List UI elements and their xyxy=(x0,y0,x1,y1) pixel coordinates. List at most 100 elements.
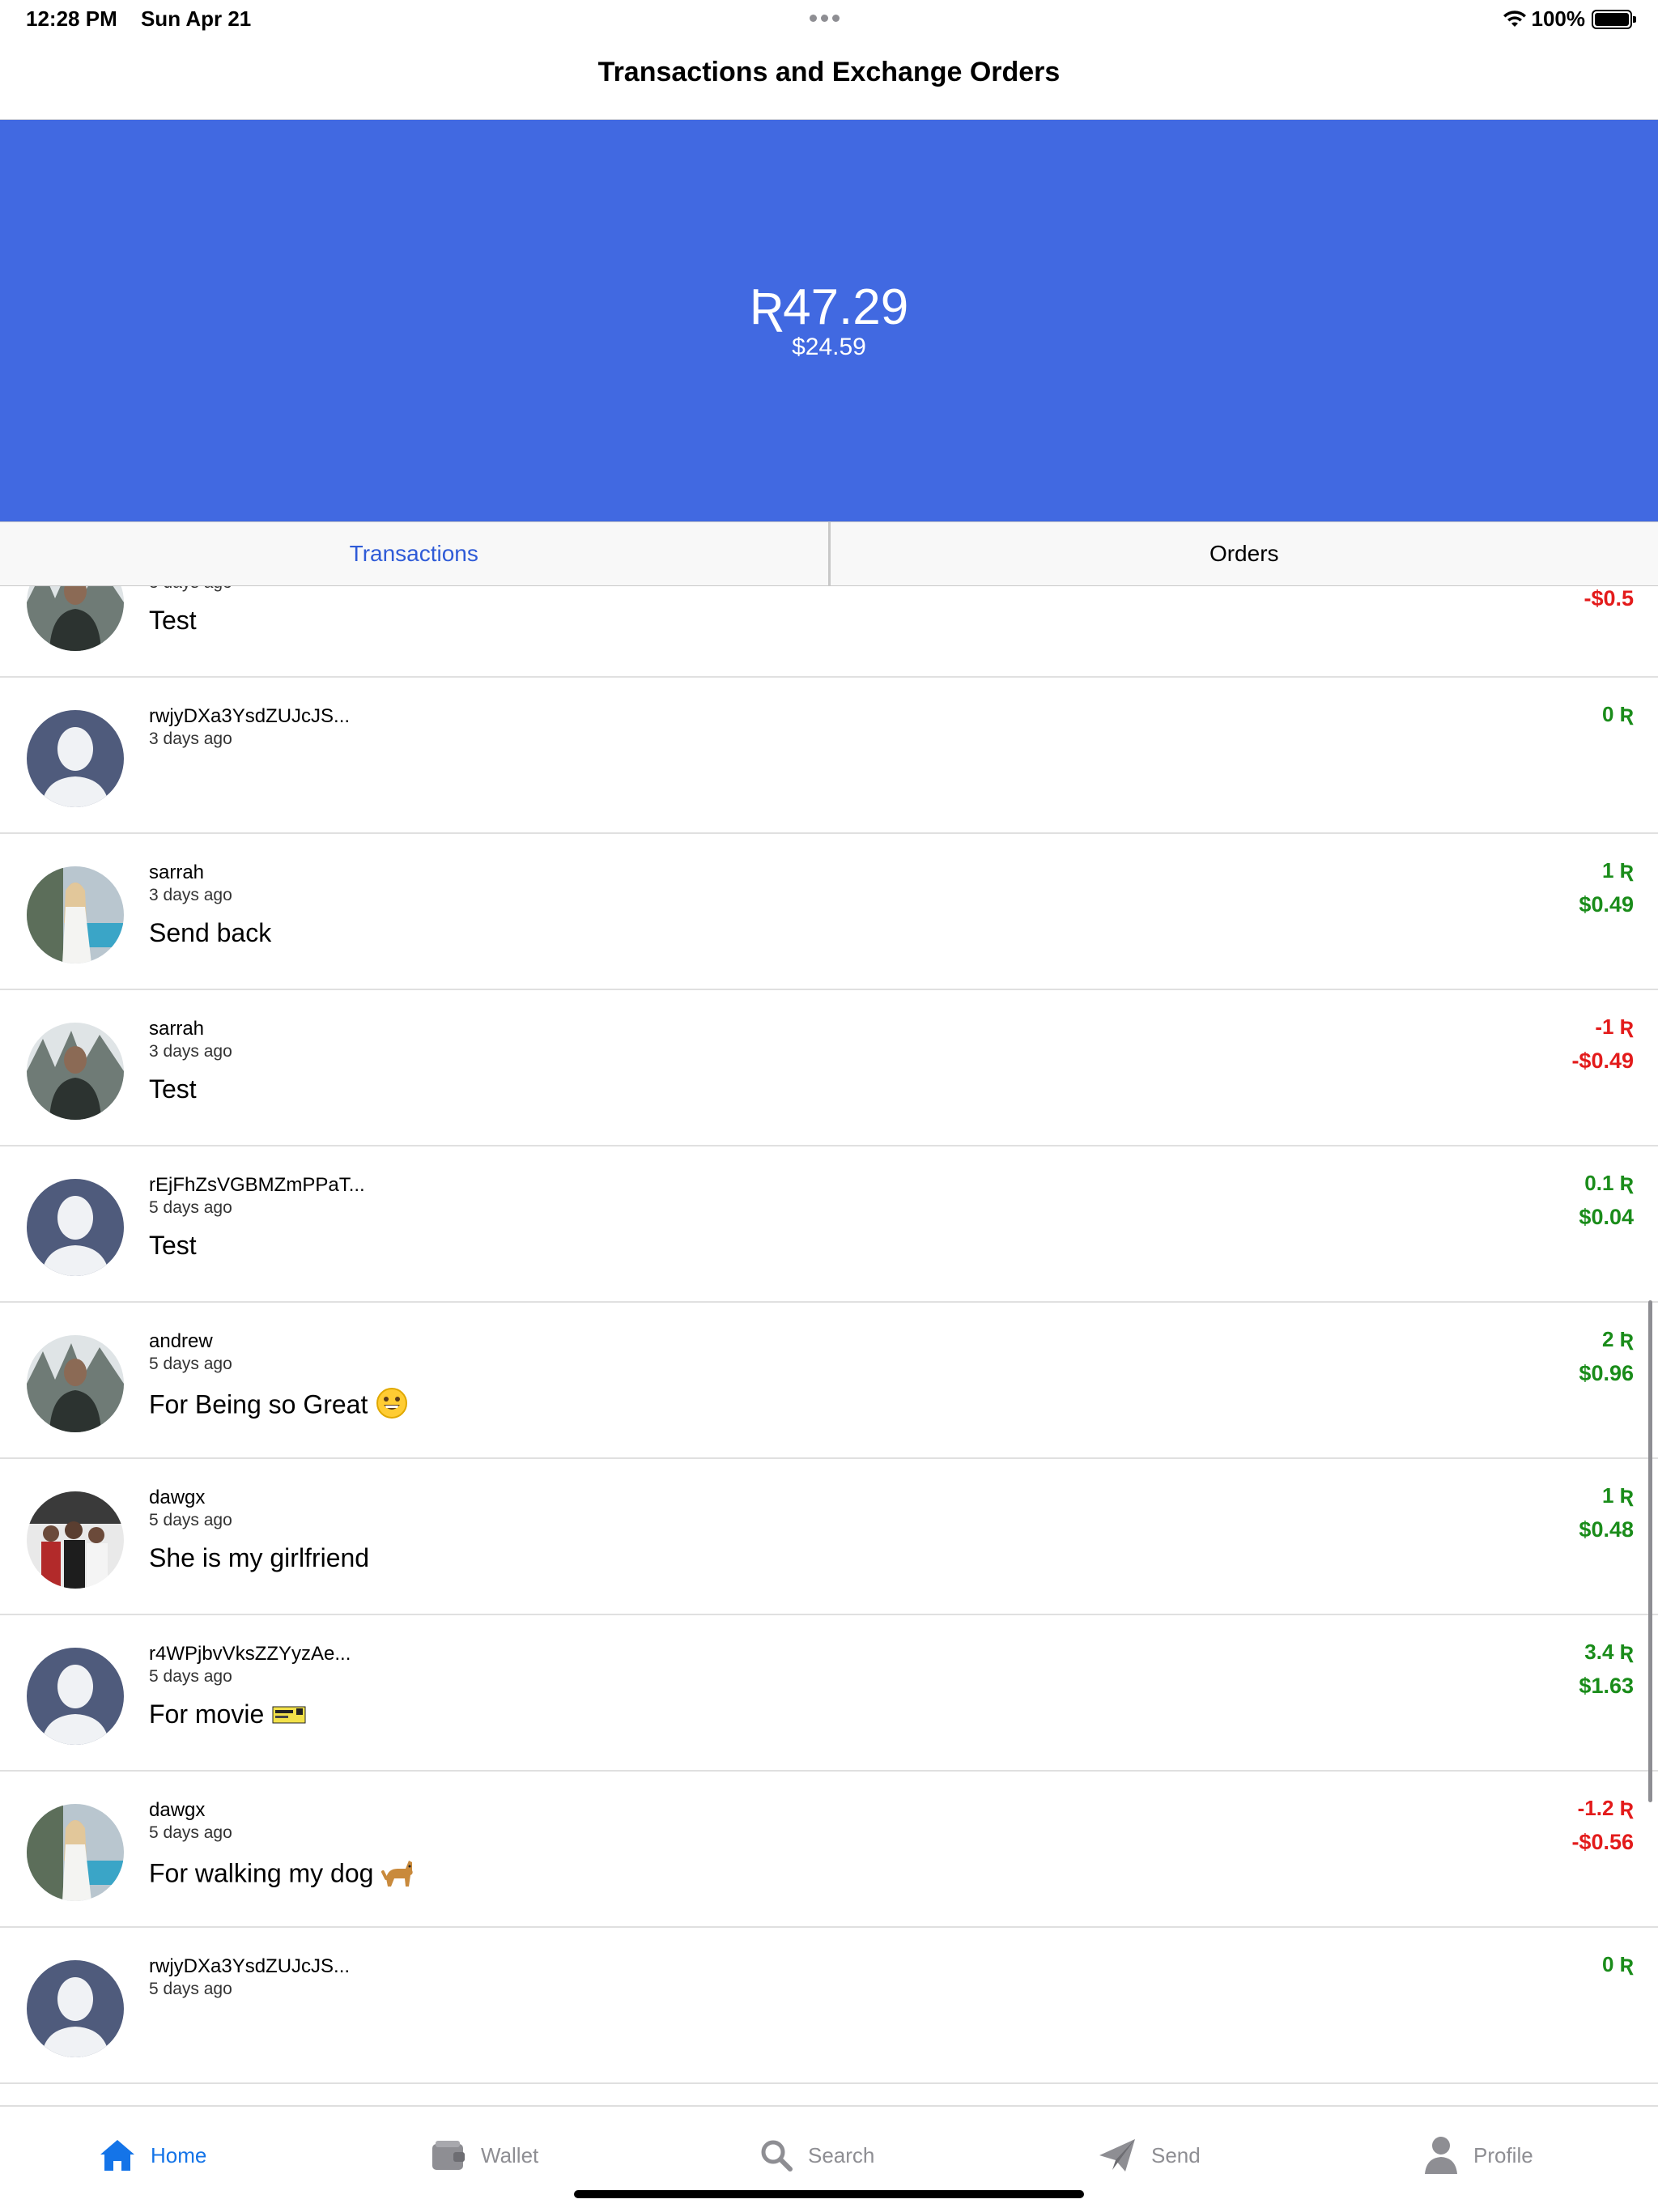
tab-home[interactable]: Home xyxy=(99,2131,206,2180)
transaction-amount-usd: -$0.5 xyxy=(1584,586,1634,610)
dog-emoji-icon xyxy=(381,1856,417,1895)
transaction-counterparty: rwjyDXa3YsdZUJcJS... xyxy=(149,705,351,727)
transaction-memo-text: Test xyxy=(149,1231,197,1260)
transaction-row[interactable]: andrew 5 days ago For Being so Great 2 Ʀ… xyxy=(0,1303,1658,1459)
transaction-amount-xrp: -1 Ʀ xyxy=(1595,1015,1634,1039)
tab-wallet-label: Wallet xyxy=(481,2142,539,2167)
tab-profile[interactable]: Profile xyxy=(1423,2131,1533,2180)
status-time-date: 12:28 PM Sun Apr 21 xyxy=(26,6,269,32)
home-indicator[interactable] xyxy=(574,2190,1084,2198)
transaction-time: 3 days ago xyxy=(149,730,232,748)
transaction-counterparty: sarrah xyxy=(149,861,205,883)
transaction-amount-xrp: 3.4 Ʀ xyxy=(1584,1640,1634,1664)
transaction-row[interactable]: rwjyDXa3YsdZUJcJS... 5 days ago 0 Ʀ xyxy=(0,1928,1658,2084)
transactions-list[interactable]: 3 days ago Test -$0.5 rwjyDXa3YsdZUJcJS.… xyxy=(0,586,1658,2105)
transaction-amount-xrp: 1 Ʀ xyxy=(1601,858,1634,883)
avatar xyxy=(27,866,124,963)
transaction-amount-xrp: 0 Ʀ xyxy=(1601,702,1634,726)
grin-emoji-icon xyxy=(376,1387,408,1426)
ticket-emoji-icon xyxy=(272,1701,306,1731)
tab-send[interactable]: Send xyxy=(1098,2131,1201,2180)
transaction-time: 5 days ago xyxy=(149,1980,232,1998)
transaction-amount-usd: $1.63 xyxy=(1579,1674,1634,1698)
avatar xyxy=(27,1023,124,1120)
transaction-row[interactable]: 3 days ago Test -$0.5 xyxy=(0,586,1658,678)
transaction-row[interactable]: sarrah 3 days ago Test -1 Ʀ -$0.49 xyxy=(0,990,1658,1146)
transaction-memo-text: She is my girlfriend xyxy=(149,1543,370,1572)
status-bar: 12:28 PM Sun Apr 21 100% xyxy=(0,0,1658,39)
tab-search[interactable]: Search xyxy=(759,2131,874,2180)
balance-amount: Ʀ47.29 xyxy=(749,279,909,335)
tab-wallet[interactable]: Wallet xyxy=(431,2131,538,2180)
transaction-row[interactable]: r4WPjbvVksZZYyzAe... 5 days ago For movi… xyxy=(0,1615,1658,1772)
page-title: Transactions and Exchange Orders xyxy=(597,57,1061,87)
tab-profile-label: Profile xyxy=(1473,2142,1533,2167)
balance-fiat: $24.59 xyxy=(792,334,866,360)
transaction-memo-text: Test xyxy=(149,1074,197,1104)
transaction-amount-xrp: 1 Ʀ xyxy=(1601,1483,1634,1508)
transaction-amount-usd: -$0.56 xyxy=(1571,1830,1634,1854)
scrollbar[interactable] xyxy=(1648,1300,1652,1802)
transaction-memo: Test xyxy=(149,1231,197,1261)
transaction-counterparty: r4WPjbvVksZZYyzAe... xyxy=(149,1643,351,1665)
transaction-amount-usd: $0.49 xyxy=(1579,892,1634,917)
tab-home-label: Home xyxy=(151,2142,207,2167)
transaction-memo: Test xyxy=(149,1074,197,1104)
transaction-row[interactable]: sarrah 3 days ago Send back 1 Ʀ $0.49 xyxy=(0,834,1658,990)
search-icon xyxy=(761,2140,793,2172)
transaction-counterparty: sarrah xyxy=(149,1018,205,1040)
transaction-amount-xrp: 2 Ʀ xyxy=(1601,1327,1634,1351)
avatar xyxy=(27,710,124,807)
transaction-amount-usd: -$0.49 xyxy=(1571,1049,1634,1073)
avatar xyxy=(27,1335,124,1432)
avatar xyxy=(27,1960,124,2057)
multitasking-dots-icon[interactable] xyxy=(810,11,848,28)
transaction-memo-text: Send back xyxy=(149,918,272,947)
transaction-memo: For walking my dog xyxy=(149,1856,417,1895)
transaction-counterparty: dawgx xyxy=(149,1799,206,1821)
transaction-memo-text: For movie xyxy=(149,1699,265,1729)
tab-orders[interactable]: Orders xyxy=(831,522,1658,585)
avatar xyxy=(27,1491,124,1589)
transaction-memo: Send back xyxy=(149,918,271,948)
status-time: 12:28 PM xyxy=(26,6,117,31)
transaction-memo-text: Test xyxy=(149,606,197,635)
avatar xyxy=(27,1804,124,1901)
transaction-memo-text: For Being so Great xyxy=(149,1389,368,1419)
tab-send-label: Send xyxy=(1151,2142,1201,2167)
tab-transactions[interactable]: Transactions xyxy=(0,522,831,585)
transaction-row[interactable]: rwjyDXa3YsdZUJcJS... 3 days ago 0 Ʀ xyxy=(0,678,1658,834)
transaction-memo: She is my girlfriend xyxy=(149,1543,369,1573)
wallet-icon xyxy=(432,2141,465,2170)
transaction-time: 5 days ago xyxy=(149,1823,232,1842)
battery-percent: 100% xyxy=(1531,6,1586,31)
tab-search-label: Search xyxy=(808,2142,875,2167)
transaction-amount-xrp: 0.1 Ʀ xyxy=(1584,1171,1634,1195)
transaction-row[interactable]: dawgx 5 days ago She is my girlfriend 1 … xyxy=(0,1459,1658,1615)
transaction-row[interactable]: rEjFhZsVGBMZmPPaT... 5 days ago Test 0.1… xyxy=(0,1146,1658,1303)
transaction-counterparty: rEjFhZsVGBMZmPPaT... xyxy=(149,1174,365,1196)
person-icon xyxy=(1425,2137,1457,2174)
status-indicators: 100% xyxy=(1503,6,1636,32)
segmented-control: Transactions Orders xyxy=(0,521,1658,586)
avatar xyxy=(27,1179,124,1276)
transaction-time: 5 days ago xyxy=(149,1355,232,1373)
wifi-icon xyxy=(1503,10,1526,27)
transaction-amount-usd: $0.96 xyxy=(1579,1361,1634,1385)
paper-plane-icon xyxy=(1099,2139,1135,2172)
transaction-counterparty: andrew xyxy=(149,1330,213,1352)
transaction-row[interactable]: dawgx 5 days ago For walking my dog -1.2… xyxy=(0,1772,1658,1928)
transaction-memo: Test xyxy=(149,606,197,636)
avatar xyxy=(27,586,124,651)
transaction-memo: For movie xyxy=(149,1699,306,1731)
balance-banner: Ʀ47.29 $24.59 xyxy=(0,120,1658,521)
transaction-time: 5 days ago xyxy=(149,1511,232,1529)
transaction-counterparty: rwjyDXa3YsdZUJcJS... xyxy=(149,1955,351,1977)
transaction-time: 5 days ago xyxy=(149,1198,232,1217)
transaction-amount-usd: $0.48 xyxy=(1579,1517,1634,1542)
transaction-counterparty: dawgx xyxy=(149,1487,206,1508)
transaction-memo: For Being so Great xyxy=(149,1387,408,1426)
transaction-amount-xrp: -1.2 Ʀ xyxy=(1577,1796,1634,1820)
transaction-time: 5 days ago xyxy=(149,1667,232,1686)
avatar xyxy=(27,1648,124,1745)
